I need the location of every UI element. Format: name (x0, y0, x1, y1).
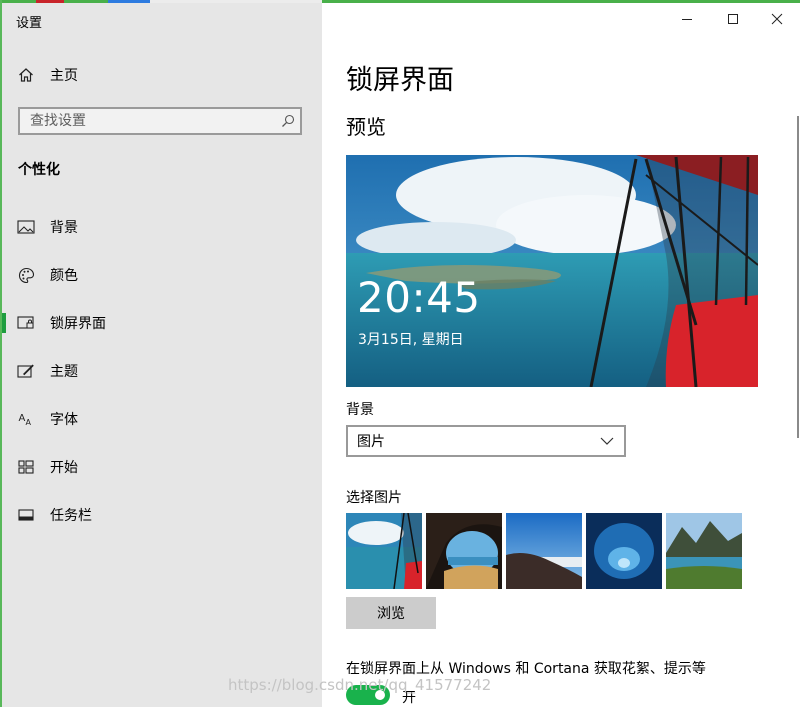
preview-time: 20:45 (357, 273, 481, 322)
sidebar-item-lock-screen[interactable]: 锁屏界面 (2, 303, 322, 343)
close-icon (771, 10, 783, 29)
sidebar-item-label: 锁屏界面 (50, 316, 106, 332)
sidebar-item-background[interactable]: 背景 (2, 207, 322, 247)
preview-date: 3月15日, 星期日 (358, 332, 464, 348)
svg-text:A: A (26, 418, 32, 427)
section-title: 个性化 (18, 162, 60, 178)
palette-icon (16, 265, 36, 285)
page-title: 锁屏界面 (346, 65, 454, 96)
sidebar-item-taskbar[interactable]: 任务栏 (2, 495, 322, 535)
fun-facts-setting-label: 在锁屏界面上从 Windows 和 Cortana 获取花絮、提示等 (346, 661, 706, 677)
lock-screen-preview: 20:45 3月15日, 星期日 (346, 155, 758, 387)
thumbnail-volcano-sky[interactable] (506, 513, 582, 589)
background-label: 背景 (346, 402, 374, 418)
sidebar-item-label: 开始 (50, 460, 78, 476)
chevron-down-icon (600, 437, 614, 445)
search-box (18, 107, 302, 135)
sidebar-item-home[interactable]: 主页 (2, 55, 322, 95)
sidebar-item-label: 主页 (50, 68, 78, 84)
svg-text:A: A (19, 413, 26, 424)
selection-indicator (2, 313, 6, 333)
thumbnail-ice-cave[interactable] (586, 513, 662, 589)
watermark: https://blog.csdn.net/qq_41577242 (228, 676, 492, 694)
preview-heading: 预览 (346, 115, 386, 139)
maximize-button[interactable] (710, 3, 756, 35)
sidebar-item-themes[interactable]: 主题 (2, 351, 322, 391)
minimize-button[interactable] (664, 3, 710, 35)
sidebar-item-colors[interactable]: 颜色 (2, 255, 322, 295)
sidebar-item-fonts[interactable]: AA 字体 (2, 399, 322, 439)
close-button[interactable] (754, 3, 800, 35)
sidebar-item-label: 字体 (50, 412, 78, 428)
preview-image (346, 155, 758, 387)
sidebar: 设置 主页 个性化 背景 颜色 锁屏界面 主题 (2, 3, 322, 707)
scrollbar[interactable] (797, 116, 799, 438)
background-dropdown[interactable]: 图片 (346, 425, 626, 457)
browse-button[interactable]: 浏览 (346, 597, 436, 629)
theme-icon (16, 361, 36, 381)
maximize-icon (727, 10, 739, 29)
font-icon: AA (16, 409, 36, 429)
picture-icon (16, 217, 36, 237)
thumbnail-mountain-lake[interactable] (666, 513, 742, 589)
window-title: 设置 (16, 16, 43, 31)
search-input[interactable] (20, 109, 276, 133)
choose-picture-label: 选择图片 (346, 490, 402, 506)
home-icon (16, 65, 36, 85)
search-icon[interactable] (276, 109, 300, 133)
sidebar-item-label: 颜色 (50, 268, 78, 284)
start-icon (16, 457, 36, 477)
picture-thumbnails (346, 513, 742, 589)
taskbar-icon (16, 505, 36, 525)
minimize-icon (681, 10, 693, 29)
main-content: 锁屏界面 预览 20:45 3月15日, 星期日 背景 图片 选择图片 浏览 在… (322, 3, 800, 707)
thumbnail-cave-beach[interactable] (426, 513, 502, 589)
sidebar-item-label: 背景 (50, 220, 78, 236)
sidebar-item-label: 主题 (50, 364, 78, 380)
thumbnail-airplane-wing[interactable] (346, 513, 422, 589)
dropdown-value: 图片 (357, 434, 385, 450)
sidebar-item-start[interactable]: 开始 (2, 447, 322, 487)
lock-screen-icon (16, 313, 36, 333)
sidebar-item-label: 任务栏 (50, 508, 92, 524)
